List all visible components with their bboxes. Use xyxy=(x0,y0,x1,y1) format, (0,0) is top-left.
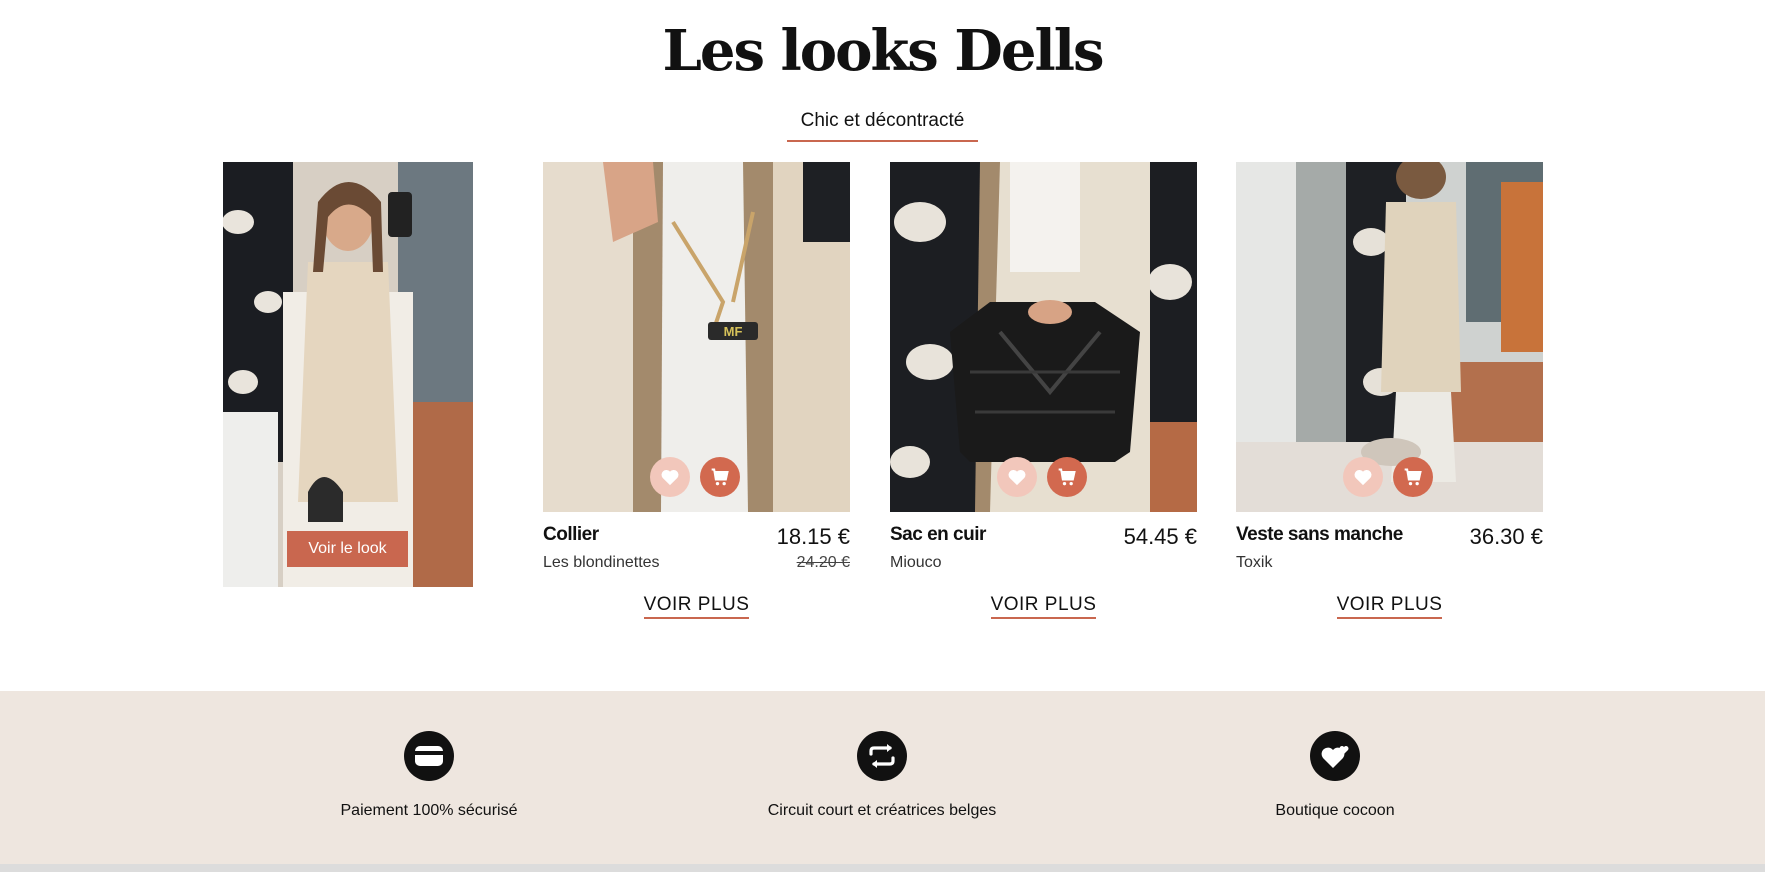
heart-icon xyxy=(1008,469,1026,486)
add-to-cart-button[interactable] xyxy=(700,457,740,497)
footer-divider xyxy=(0,864,1765,872)
product-photo xyxy=(1236,162,1543,512)
tab-chic-decontracte[interactable]: Chic et décontracté xyxy=(787,110,978,142)
add-to-cart-button[interactable] xyxy=(1393,457,1433,497)
svg-text:MF: MF xyxy=(724,324,743,339)
voir-plus-link[interactable]: VOIR PLUS xyxy=(1336,594,1443,619)
exchange-arrows-icon xyxy=(857,731,907,781)
product-price: 54.45 € xyxy=(1123,524,1197,549)
look-card[interactable]: Voir le look xyxy=(223,162,473,587)
feature-label: Paiement 100% sécurisé xyxy=(340,802,518,819)
product-name[interactable]: Collier xyxy=(543,524,599,546)
product-name[interactable]: Veste sans manche xyxy=(1236,524,1403,546)
heart-icon xyxy=(1354,469,1372,486)
voir-plus-link[interactable]: VOIR PLUS xyxy=(990,594,1097,619)
product-card: Sac en cuir 54.45 € Miouco VOIR PLUS xyxy=(890,162,1197,619)
voir-plus-link[interactable]: VOIR PLUS xyxy=(643,594,750,619)
feature-boutique-cocoon: Boutique cocoon xyxy=(1155,731,1515,820)
product-name[interactable]: Sac en cuir xyxy=(890,524,986,546)
product-image[interactable]: MF xyxy=(543,162,850,512)
product-price: 18.15 € xyxy=(776,524,850,549)
cart-icon xyxy=(1404,468,1422,486)
favorite-button[interactable] xyxy=(650,457,690,497)
feature-short-circuit: Circuit court et créatrices belges xyxy=(702,731,1062,820)
look-photo xyxy=(223,162,473,587)
favorite-button[interactable] xyxy=(997,457,1037,497)
product-card: MF Collier 18.15 € Les blondinettes 24.2… xyxy=(543,162,850,619)
product-price: 36.30 € xyxy=(1469,524,1543,549)
product-brand: Toxik xyxy=(1236,554,1273,571)
cart-icon xyxy=(711,468,729,486)
feature-secure-payment: Paiement 100% sécurisé xyxy=(249,731,609,820)
voir-le-look-button[interactable]: Voir le look xyxy=(287,531,408,567)
cart-icon xyxy=(1058,468,1076,486)
product-old-price: 24.20 € xyxy=(796,554,850,571)
section-title: Les looks Dells xyxy=(662,18,1104,84)
product-image[interactable] xyxy=(890,162,1197,512)
product-card: Veste sans manche 36.30 € Toxik VOIR PLU… xyxy=(1236,162,1543,619)
feature-label: Circuit court et créatrices belges xyxy=(767,802,997,819)
product-brand: Miouco xyxy=(890,554,942,571)
add-to-cart-button[interactable] xyxy=(1047,457,1087,497)
product-photo: MF xyxy=(543,162,850,512)
product-brand: Les blondinettes xyxy=(543,554,660,571)
heart-icon xyxy=(661,469,679,486)
product-photo xyxy=(890,162,1197,512)
credit-card-icon xyxy=(404,731,454,781)
favorite-button[interactable] xyxy=(1343,457,1383,497)
heart-icon xyxy=(1310,731,1360,781)
feature-label: Boutique cocoon xyxy=(1275,802,1395,819)
product-image[interactable] xyxy=(1236,162,1543,512)
